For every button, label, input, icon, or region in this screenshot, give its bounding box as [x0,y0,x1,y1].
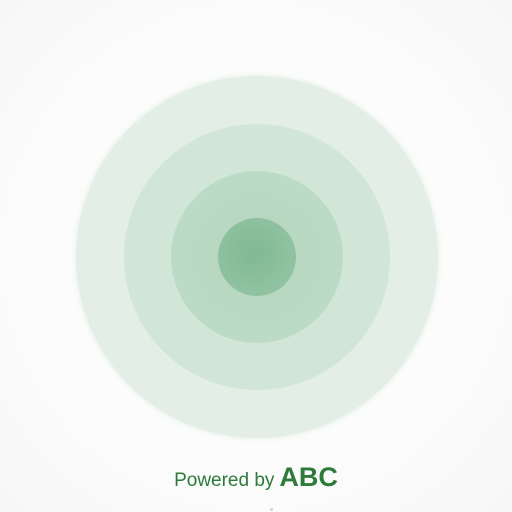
loading-ring-core-icon [218,218,296,296]
splash-screen: Powered by ABC [0,0,512,512]
powered-by-footer: Powered by ABC [0,462,512,493]
powered-by-label: Powered by [174,470,275,491]
page-indicator-dot [270,508,273,511]
brand-name: ABC [279,462,338,492]
